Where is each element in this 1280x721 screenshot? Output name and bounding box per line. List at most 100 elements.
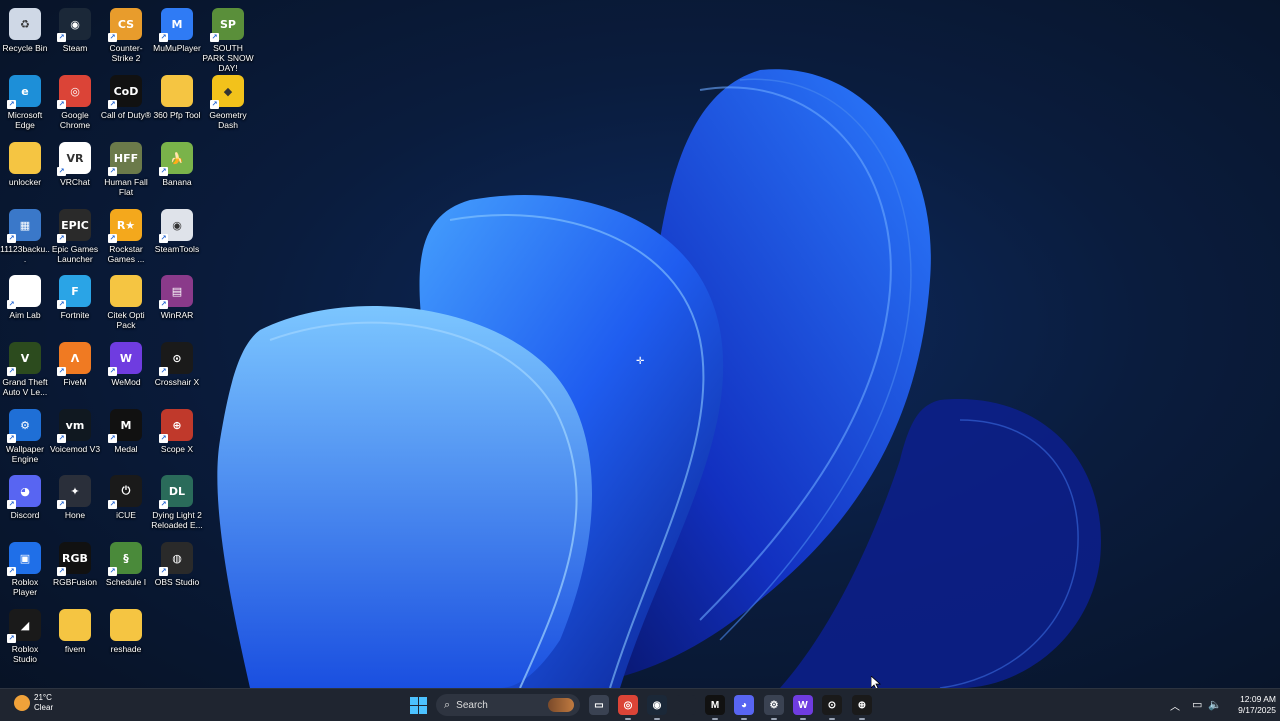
desktop-icon[interactable]: § ↗ Schedule I (101, 538, 151, 587)
desktop-icon[interactable]: V ↗ Grand Theft Auto V Le... (0, 338, 50, 397)
desktop-icon-label: SteamTools (154, 244, 200, 254)
desktop-icon-label: Call of Duty® (100, 110, 152, 120)
desktop-icon-label: iCUE (116, 510, 136, 520)
desktop-icon[interactable]: ↗ Aim Lab (0, 271, 50, 320)
desktop-icon[interactable]: ◉ ↗ Steam (50, 4, 100, 53)
taskbar-scope-x-icon[interactable]: ⊕ (852, 695, 872, 720)
desktop-icon[interactable]: ⊙ ↗ Crosshair X (152, 338, 202, 387)
folder-icon (59, 609, 91, 641)
desktop-icon-label: Counter-Strike 2 (109, 43, 143, 63)
desktop-icon[interactable]: ◍ ↗ OBS Studio (152, 538, 202, 587)
desktop-icon[interactable]: VR ↗ VRChat (50, 138, 100, 187)
volume-icon[interactable]: 🔈 (1208, 698, 1222, 711)
search-label: Search (456, 699, 488, 711)
desktop-icon-label: SOUTH PARK SNOW DAY! (202, 43, 254, 73)
desktop-icon-label: fivem (64, 644, 86, 654)
folder-icon (161, 75, 193, 107)
network-icon[interactable]: ▭ (1192, 698, 1202, 711)
desktop-icon-label: Schedule I (105, 577, 147, 587)
desktop-icon[interactable]: ▤ ↗ WinRAR (152, 271, 202, 320)
start-button[interactable] (410, 697, 427, 714)
desktop-icon-label: MuMuPlayer (153, 43, 201, 53)
folder-icon (9, 142, 41, 174)
taskbar-discord-icon[interactable]: ◕ (734, 695, 754, 720)
desktop-icon[interactable]: DL ↗ Dying Light 2 Reloaded E... (151, 471, 203, 530)
dying-light-icon: DL ↗ (159, 475, 193, 509)
desktop-icon[interactable]: EPIC ↗ Epic Games Launcher (50, 205, 100, 264)
desktop-icon[interactable]: ◆ ↗ Geometry Dash (203, 71, 253, 130)
desktop-icon[interactable]: CS ↗ Counter-Strike 2 (101, 4, 151, 63)
discord-icon: ◕ ↗ (7, 475, 41, 509)
desktop-icon[interactable]: e ↗ Microsoft Edge (0, 71, 50, 130)
desktop-icon-label: Citek Opti Pack (107, 310, 145, 330)
taskbar-steam-icon[interactable]: ◉ (647, 695, 667, 720)
desktop-icon-label: Microsoft Edge (7, 110, 43, 130)
taskbar-wemod-icon[interactable]: W (793, 695, 813, 720)
desktop-icon[interactable]: ⚙ ↗ Wallpaper Engine (0, 405, 50, 464)
taskbar-clock[interactable]: 12:09 AM 9/17/2025 (1226, 694, 1276, 716)
desktop-icon-label: Rockstar Games ... (107, 244, 145, 264)
desktop-icon[interactable]: HFF ↗ Human Fall Flat (101, 138, 151, 197)
desktop-icon[interactable]: R★ ↗ Rockstar Games ... (101, 205, 151, 264)
desktop-icon-label: VRChat (60, 177, 90, 187)
desktop-icon-label: unlocker (8, 177, 42, 187)
roblox-icon: ▣ ↗ (7, 542, 41, 576)
desktop-icon[interactable]: unlocker (0, 138, 50, 187)
desktop-icon-label: 11123backu... (0, 244, 50, 264)
weather-widget[interactable]: 21°C Clear (14, 693, 53, 713)
desktop-icon[interactable]: fivem (50, 605, 100, 654)
desktop-icon-label: Grand Theft Auto V Le... (2, 377, 48, 397)
desktop-icon[interactable]: W ↗ WeMod (101, 338, 151, 387)
show-hidden-icons-chevron-icon[interactable]: ︿ (1170, 698, 1180, 713)
mumuplayer-icon: M ↗ (159, 8, 193, 42)
south-park-icon: SP ↗ (210, 8, 244, 42)
taskbar-blank-icon[interactable] (676, 695, 696, 715)
file-icon: ↗ (7, 275, 41, 309)
desktop-icon[interactable]: SP ↗ SOUTH PARK SNOW DAY! (202, 4, 254, 73)
desktop-icon[interactable]: CoD ↗ Call of Duty® (101, 71, 151, 120)
desktop-icon[interactable]: ◎ ↗ Google Chrome (50, 71, 100, 130)
desktop-icon[interactable]: ◕ ↗ Discord (0, 471, 50, 520)
desktop-icon[interactable]: ♻ Recycle Bin (0, 4, 50, 53)
desktop-icon-label: Roblox Player (11, 577, 39, 597)
desktop-icon[interactable]: ◢ ↗ Roblox Studio (0, 605, 50, 664)
desktop-icon-label: OBS Studio (154, 577, 200, 587)
desktop-icon[interactable]: M ↗ MuMuPlayer (152, 4, 202, 53)
desktop-icon[interactable]: 360 Pfp Tool (152, 71, 202, 120)
medal-icon: M ↗ (108, 409, 142, 443)
taskbar-settings-icon[interactable]: ⚙ (764, 695, 784, 720)
icue-icon: ⏻ ↗ (108, 475, 142, 509)
desktop-icon[interactable]: M ↗ Medal (101, 405, 151, 454)
weather-condition: Clear (34, 703, 54, 712)
taskbar-search[interactable]: ⌕ Search (436, 694, 580, 716)
desktop-icon[interactable]: ▣ ↗ Roblox Player (0, 538, 50, 597)
desktop-icon[interactable]: RGB ↗ RGBFusion (50, 538, 100, 587)
call-of-duty-icon: CoD ↗ (108, 75, 142, 109)
taskbar-task-view-icon[interactable]: ▭ (589, 695, 609, 715)
desktop-icon[interactable]: vm ↗ Voicemod V3 (50, 405, 100, 454)
desktop-icon[interactable]: ◉ ↗ SteamTools (152, 205, 202, 254)
human-fall-flat-icon: HFF ↗ (108, 142, 142, 176)
desktop-icon-label: Scope X (160, 444, 194, 454)
weather-sun-icon (14, 695, 30, 711)
taskbar-crosshair-x-icon[interactable]: ⊙ (822, 695, 842, 720)
taskbar: 21°C Clear ⌕ Search ▭ ◎ ◉ M ◕ ⚙ W ⊙ ⊕ ︿ ▭ 🔈 12:0… (0, 688, 1280, 721)
desktop-icon-label: Steam (62, 43, 88, 53)
desktop-icon[interactable]: 🍌 ↗ Banana (152, 138, 202, 187)
taskbar-medal-icon[interactable]: M (705, 695, 725, 720)
desktop-icon[interactable]: Citek Opti Pack (101, 271, 151, 330)
archive-icon: ▦ ↗ (7, 209, 41, 243)
desktop-icon[interactable]: ⊕ ↗ Scope X (152, 405, 202, 454)
desktop-icon[interactable]: ✦ ↗ Hone (50, 471, 100, 520)
desktop-icon[interactable]: reshade (101, 605, 151, 654)
scope-x-icon: ⊕ ↗ (159, 409, 193, 443)
desktop-icon[interactable]: F ↗ Fortnite (50, 271, 100, 320)
desktop-icon[interactable]: ▦ ↗ 11123backu... (0, 205, 50, 264)
taskbar-chrome-icon[interactable]: ◎ (618, 695, 638, 720)
rgbfusion-icon: RGB ↗ (57, 542, 91, 576)
desktop-icon[interactable]: Λ ↗ FiveM (50, 338, 100, 387)
desktop-icon-label: Recycle Bin (2, 43, 48, 53)
vrchat-icon: VR ↗ (57, 142, 91, 176)
desktop-icon[interactable]: ⏻ ↗ iCUE (101, 471, 151, 520)
winrar-icon: ▤ ↗ (159, 275, 193, 309)
